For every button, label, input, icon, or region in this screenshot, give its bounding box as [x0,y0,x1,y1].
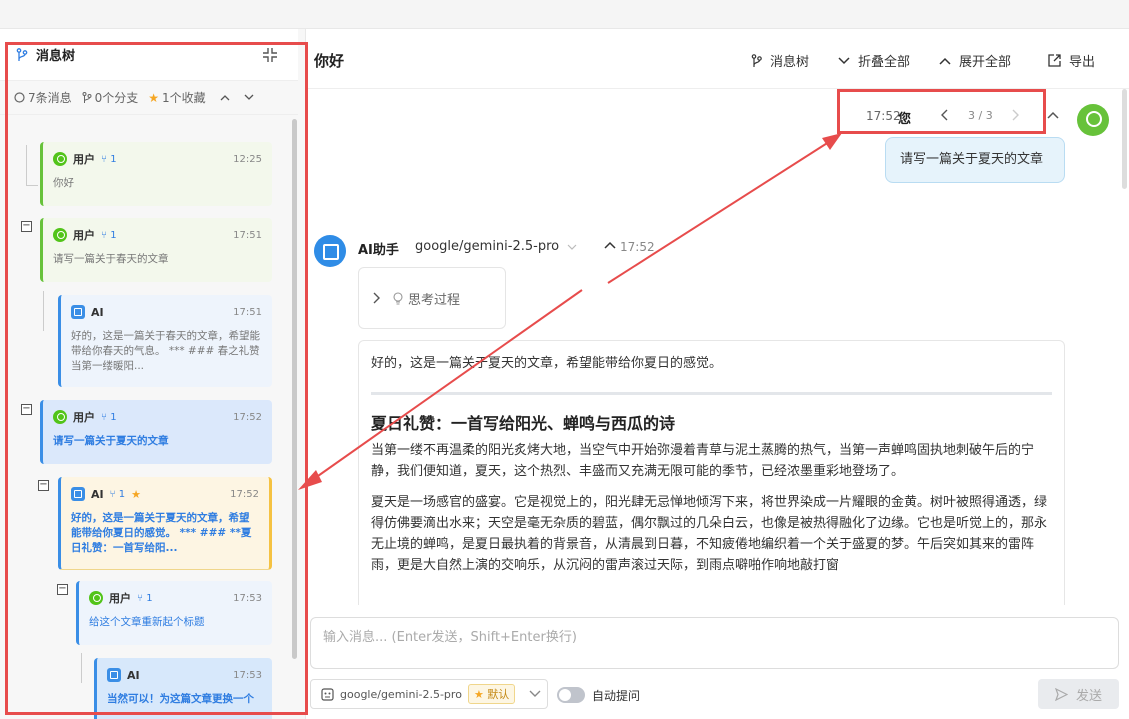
chevron-down-icon [529,690,541,697]
thinking-toggle[interactable]: 思考过程 [358,267,506,329]
ai-model-select[interactable]: google/gemini-2.5-pro [415,239,577,254]
page-title: 你好 [314,52,345,70]
ai-message-content: 好的，这是一篇关于夏天的文章，希望能带给你夏日的感觉。 夏日礼赞：一首写给阳光、… [358,340,1065,605]
annotation-box-tree [5,42,308,715]
star-icon: ★ [473,688,484,701]
robot-icon [321,687,334,701]
message-tree-button[interactable]: 消息树 [751,51,809,70]
user-avatar [1077,104,1109,136]
divider [371,392,1052,395]
ai-intro: 好的，这是一篇关于夏天的文章，希望能带给你夏日的感觉。 [371,356,723,371]
chat-scrollbar[interactable] [1122,89,1127,189]
collapse-message-icon[interactable] [604,241,616,249]
auto-ask-toggle[interactable] [557,687,585,703]
article-paragraph: 夏天是一场感官的盛宴。它是视觉上的，阳光肆无忌惮地倾泻下来，将世界染成一片耀眼的… [371,495,1048,573]
send-icon [1054,687,1068,701]
ai-avatar [314,235,346,267]
chat-area: 17:52 您 3 / 3 请写一篇关于夏天的文章 AI助手 google/ge… [307,89,1129,605]
export-icon [1048,54,1061,67]
chat-header: 你好 消息树 折叠全部 展开全部 导出 [307,29,1129,89]
ai-message-time: 17:52 [620,240,655,254]
message-input[interactable]: 输入消息... (Enter发送，Shift+Enter换行) [310,617,1119,669]
send-button[interactable]: 发送 [1038,679,1119,709]
default-badge: ★ 默认 [467,684,516,704]
auto-ask-label: 自动提问 [592,689,641,703]
lightbulb-icon [393,291,403,305]
annotation-box-pager [837,89,1046,134]
article-heading: 夏日礼赞：一首写给阳光、蝉鸣与西瓜的诗 [371,414,676,433]
user-message-bubble: 请写一篇关于夏天的文章 [885,137,1065,183]
chevron-up-icon[interactable] [1047,111,1059,119]
branch-icon [751,53,762,67]
ai-name: AI助手 [358,243,399,258]
article-paragraph: 当第一缕不再温柔的阳光炙烤大地，当空气中开始弥漫着青草与泥土蒸腾的热气，当第一声… [371,443,1035,479]
collapse-all-button[interactable]: 折叠全部 [838,51,910,70]
top-bar [0,0,1129,29]
expand-all-button[interactable]: 展开全部 [939,51,1011,70]
model-select[interactable]: google/gemini-2.5-pro ★ 默认 [310,679,548,709]
chevron-down-icon [838,56,850,64]
chevron-down-icon [567,244,577,250]
chevron-up-icon [939,57,951,65]
chevron-right-icon [373,292,380,304]
export-button[interactable]: 导出 [1048,51,1095,70]
